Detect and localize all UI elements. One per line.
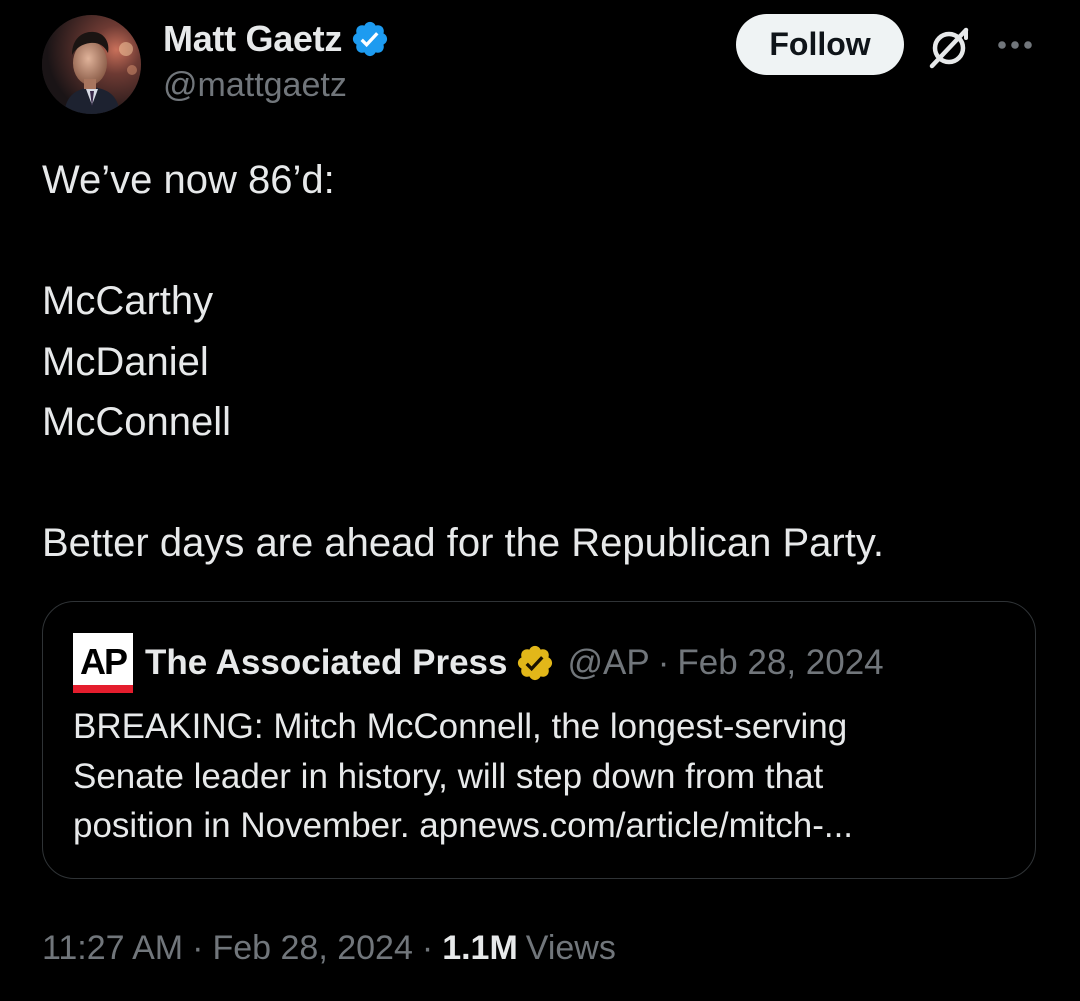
quoted-tweet-text: BREAKING: Mitch McConnell, the longest-s… [73, 702, 1013, 851]
quoted-text-line: BREAKING: Mitch McConnell, the longest-s… [73, 707, 848, 746]
footer-separator: · [192, 928, 204, 967]
ap-logo-icon: AP [73, 633, 133, 693]
tweet-time[interactable]: 11:27 AM [42, 929, 183, 968]
views-count[interactable]: 1.1M [442, 929, 518, 968]
author-handle[interactable]: @mattgaetz [163, 66, 347, 105]
quoted-tweet-card[interactable]: AP The Associated Press @AP · Feb 28, 20… [42, 601, 1036, 879]
tweet-line: We’ve now 86’d: [42, 158, 335, 202]
author-name-row[interactable]: Matt Gaetz [163, 14, 390, 64]
tweet-line [42, 453, 1042, 514]
grok-icon[interactable] [926, 24, 972, 70]
quoted-text-line: position in November. apnews.com/article… [73, 806, 854, 845]
quoted-handle[interactable]: @AP [567, 643, 649, 683]
quoted-author-name[interactable]: The Associated Press [145, 643, 507, 683]
tweet-line: McCarthy [42, 279, 214, 323]
avatar[interactable] [42, 15, 141, 114]
tweet-line [42, 211, 1042, 272]
tweet-line: Better days are ahead for the Republican… [42, 521, 884, 565]
avatar-photo [42, 15, 141, 114]
quoted-meta-separator: · [657, 643, 670, 682]
views-label: Views [525, 928, 616, 967]
gold-verified-badge-icon [518, 645, 553, 681]
quoted-date[interactable]: Feb 28, 2024 [677, 643, 883, 683]
verified-badge-icon [352, 21, 388, 57]
tweet: Matt Gaetz @mattgaetz Follow We’ve now 8… [0, 0, 1080, 1001]
quoted-tweet-header: AP The Associated Press @AP · Feb 28, 20… [73, 632, 884, 694]
tweet-date[interactable]: Feb 28, 2024 [212, 929, 412, 968]
ap-logo-text: AP [80, 641, 127, 682]
tweet-line: McDaniel [42, 339, 209, 384]
author-name[interactable]: Matt Gaetz [163, 18, 342, 60]
more-options-icon[interactable] [995, 30, 1035, 60]
tweet-line: McConnell [42, 400, 231, 444]
footer-separator: · [421, 928, 434, 967]
tweet-text: We’ve now 86’d: McCarthy McDaniel McConn… [42, 150, 1042, 574]
tweet-footer: 11:27 AM · Feb 28, 2024 · 1.1M Views [42, 922, 616, 974]
quoted-text-line: Senate leader in history, will step down… [73, 756, 824, 796]
follow-button[interactable]: Follow [736, 14, 904, 75]
